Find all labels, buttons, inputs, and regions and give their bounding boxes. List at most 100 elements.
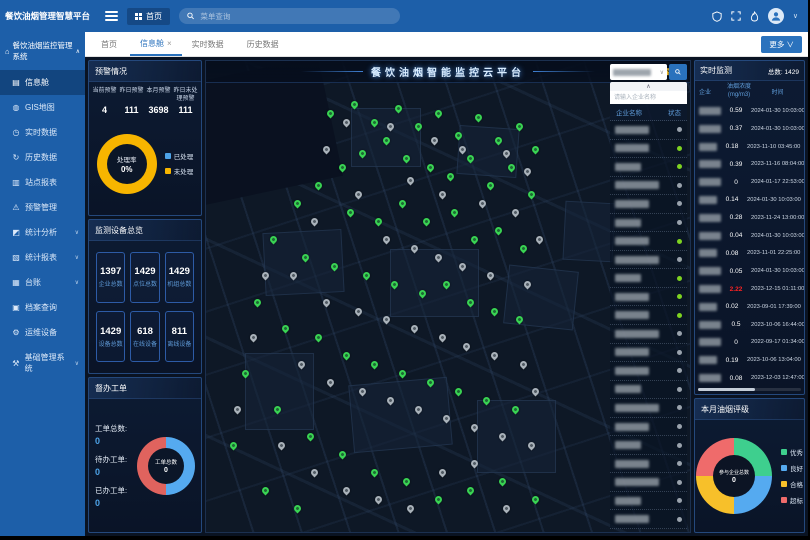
company-row[interactable] [610, 140, 687, 159]
map-pin-icon[interactable] [498, 477, 508, 487]
map-pin-icon[interactable] [490, 351, 500, 361]
map-pin-icon[interactable] [442, 414, 452, 424]
monitor-row[interactable]: 0 2024-01-17 22:53:00 [695, 173, 804, 191]
company-row[interactable] [610, 251, 687, 270]
monitor-row[interactable]: 0.08 2023-12-03 12:47:00 [695, 369, 804, 387]
chevron-down-icon[interactable]: ∨ [793, 12, 798, 20]
monitor-row[interactable]: 0.59 2024-01-30 10:03:00 [695, 102, 804, 120]
map-pin-icon[interactable] [462, 342, 472, 352]
map-pin-icon[interactable] [438, 468, 448, 478]
map-pin-icon[interactable] [406, 176, 416, 186]
map-pin-icon[interactable] [422, 216, 432, 226]
map-pin-icon[interactable] [466, 297, 476, 307]
map-pin-icon[interactable] [361, 270, 371, 280]
map-pin-icon[interactable] [518, 243, 528, 253]
sidebar-item-gis-map[interactable]: ◍ GIS地图 [0, 95, 85, 120]
map-pin-icon[interactable] [514, 315, 524, 325]
tab[interactable]: 实时数据 [182, 32, 237, 56]
map-pin-icon[interactable] [526, 189, 536, 199]
monitor-row[interactable]: 0.37 2024-01-30 10:03:00 [695, 120, 804, 138]
sidebar-item-ledger[interactable]: ▦ 台账 ∨ [0, 270, 85, 295]
map-pin-icon[interactable] [345, 207, 355, 217]
fullscreen-icon[interactable] [731, 11, 741, 21]
map-pin-icon[interactable] [418, 288, 428, 298]
company-row[interactable] [610, 362, 687, 381]
company-row[interactable] [610, 214, 687, 233]
sidebar-item-site-report[interactable]: ▥ 站点报表 [0, 170, 85, 195]
map-pin-icon[interactable] [389, 279, 399, 289]
map-pin-icon[interactable] [398, 369, 408, 379]
map-pin-icon[interactable] [341, 117, 351, 127]
map-pin-icon[interactable] [281, 324, 291, 334]
map-pin-icon[interactable] [498, 432, 508, 442]
map-pin-icon[interactable] [494, 225, 504, 235]
map-pin-icon[interactable] [369, 360, 379, 370]
map-pin-icon[interactable] [309, 216, 319, 226]
map-pin-icon[interactable] [442, 279, 452, 289]
company-row[interactable] [610, 399, 687, 418]
map-pin-icon[interactable] [313, 180, 323, 190]
map-pin-icon[interactable] [522, 167, 532, 177]
menu-search-input[interactable] [198, 11, 392, 22]
map-pin-icon[interactable] [293, 504, 303, 514]
company-row[interactable] [610, 121, 687, 140]
menu-toggle-icon[interactable] [105, 11, 118, 21]
monitor-row[interactable]: 0.14 2024-01-30 10:03:00 [695, 191, 804, 209]
company-row[interactable] [610, 473, 687, 492]
map-pin-icon[interactable] [434, 495, 444, 505]
sidebar-item-realtime-data[interactable]: ◷ 实时数据 [0, 120, 85, 145]
horizontal-scrollbar[interactable] [698, 388, 801, 391]
map-pin-icon[interactable] [385, 396, 395, 406]
map-pin-icon[interactable] [373, 495, 383, 505]
map-pin-icon[interactable] [398, 198, 408, 208]
map-pin-icon[interactable] [337, 450, 347, 460]
map-pin-icon[interactable] [373, 216, 383, 226]
monitor-row[interactable]: 0.02 2023-09-01 17:39:00 [695, 298, 804, 316]
map-pin-icon[interactable] [357, 387, 367, 397]
map-pin-icon[interactable] [369, 468, 379, 478]
map-pin-icon[interactable] [438, 333, 448, 343]
map-pin-icon[interactable] [261, 486, 271, 496]
map-pin-icon[interactable] [249, 333, 259, 343]
map-pin-icon[interactable] [470, 423, 480, 433]
company-row[interactable] [610, 232, 687, 251]
company-row[interactable] [610, 195, 687, 214]
company-search-button[interactable] [669, 64, 687, 80]
company-row[interactable] [610, 306, 687, 325]
map-pin-icon[interactable] [381, 234, 391, 244]
map-pin-icon[interactable] [325, 378, 335, 388]
monitor-row[interactable]: 0.28 2023-11-24 13:00:00 [695, 209, 804, 227]
map-pin-icon[interactable] [502, 149, 512, 159]
map-pin-icon[interactable] [289, 270, 299, 280]
map-pin-icon[interactable] [458, 261, 468, 271]
monitor-row[interactable]: 0.05 2024-01-30 10:03:00 [695, 262, 804, 280]
map-pin-icon[interactable] [486, 180, 496, 190]
map-pin-icon[interactable] [426, 378, 436, 388]
map-pin-icon[interactable] [381, 135, 391, 145]
sidebar-system-header[interactable]: ⌂ 餐饮油烟监控管理系统 ∧ [0, 32, 85, 70]
map-pin-icon[interactable] [305, 432, 315, 442]
sidebar-item-history-data[interactable]: ↻ 历史数据 [0, 145, 85, 170]
company-row[interactable] [610, 269, 687, 288]
map-pin-icon[interactable] [233, 405, 243, 415]
map-pin-icon[interactable] [530, 495, 540, 505]
collapse-toggle[interactable]: ∧ [610, 82, 687, 91]
map-pin-icon[interactable] [450, 207, 460, 217]
monitor-row[interactable]: 0.08 2023-11-01 22:25:00 [695, 245, 804, 263]
map-pin-icon[interactable] [474, 113, 484, 123]
map-pin-icon[interactable] [482, 396, 492, 406]
map-pin-icon[interactable] [329, 261, 339, 271]
map-pin-icon[interactable] [446, 171, 456, 181]
map-pin-icon[interactable] [534, 234, 544, 244]
map-pin-icon[interactable] [369, 117, 379, 127]
monitor-row[interactable]: 0.19 2023-10-06 13:04:00 [695, 351, 804, 369]
tab[interactable]: 历史数据 [237, 32, 292, 56]
monitor-row[interactable]: 2.22 2023-12-15 01:11:00 [695, 280, 804, 298]
tab-close-icon[interactable]: × [167, 39, 172, 48]
company-row[interactable] [610, 344, 687, 363]
map-pin-icon[interactable] [486, 270, 496, 280]
sidebar-item-base-system[interactable]: ⚒ 基础管理系统 ∨ [0, 345, 85, 381]
company-select[interactable]: ∨ [610, 64, 667, 80]
map-pin-icon[interactable] [402, 477, 412, 487]
map-pin-icon[interactable] [241, 369, 251, 379]
